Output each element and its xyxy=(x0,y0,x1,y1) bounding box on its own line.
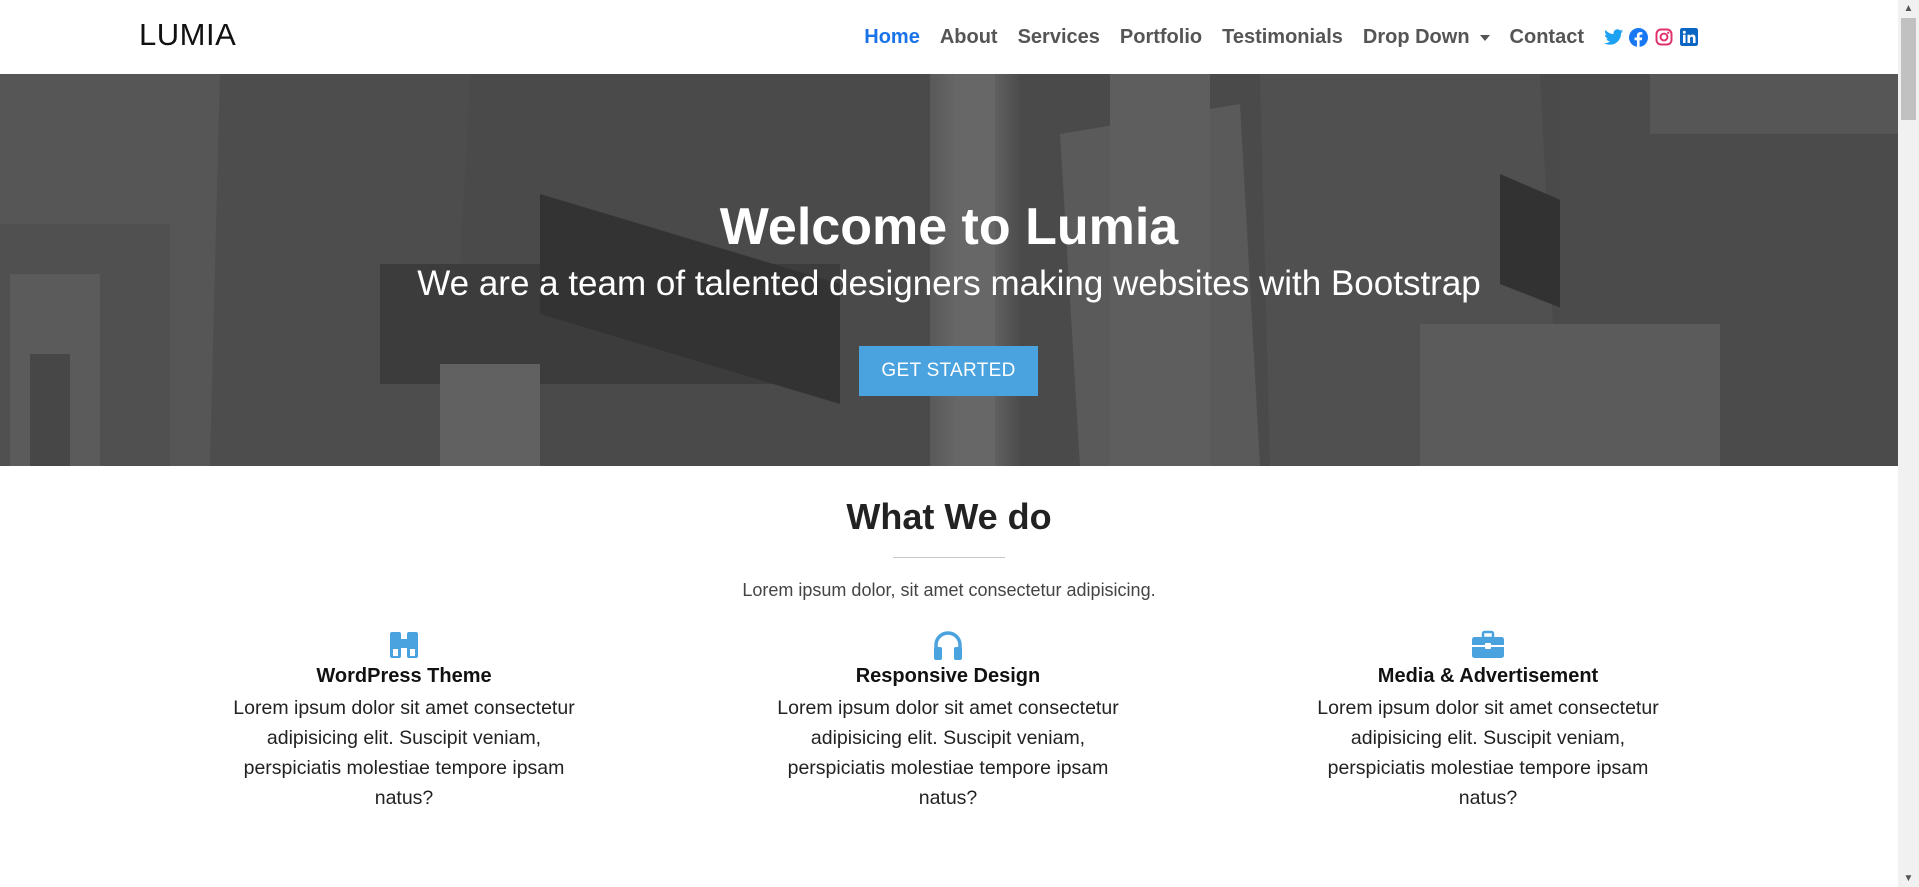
twitter-icon[interactable] xyxy=(1604,28,1623,47)
feature-text: Lorem ipsum dolor sit amet consectetur a… xyxy=(777,697,1119,809)
brand-logo[interactable]: LUMIA xyxy=(139,17,236,53)
nav-item-services[interactable]: Services xyxy=(1018,26,1100,49)
section-description: Lorem ipsum dolor, sit amet consectetur … xyxy=(742,580,1156,600)
nav-item-dropdown-label: Drop Down xyxy=(1362,25,1470,48)
section-title: What We do xyxy=(846,496,1052,537)
navbar: LUMIA Home About Services Portfolio Test… xyxy=(0,0,1898,74)
headphones-icon xyxy=(758,628,1138,662)
hero-title: Welcome to Lumia xyxy=(719,198,1179,256)
scroll-down-arrow-icon[interactable]: ▼ xyxy=(1898,870,1919,887)
feature-card: WordPress Theme Lorem ipsum dolor sit am… xyxy=(214,628,594,813)
social-links xyxy=(1604,27,1698,47)
linkedin-icon[interactable] xyxy=(1679,28,1698,47)
scroll-up-arrow-icon[interactable]: ▲ xyxy=(1898,0,1919,17)
hero-section: Welcome to Lumia We are a team of talent… xyxy=(0,74,1898,466)
hero-subtitle: We are a team of talented designers maki… xyxy=(417,264,1481,303)
nav-item-dropdown[interactable]: Drop Down xyxy=(1363,26,1490,49)
nav-item-testimonials[interactable]: Testimonials xyxy=(1222,26,1343,49)
feature-card: Media & Advertisement Lorem ipsum dolor … xyxy=(1298,628,1678,813)
caret-down-icon xyxy=(1479,35,1490,41)
nav-item-contact[interactable]: Contact xyxy=(1510,26,1584,49)
get-started-button[interactable]: GET STARTED xyxy=(859,346,1038,396)
instagram-icon[interactable] xyxy=(1654,28,1673,47)
feature-title: Media & Advertisement xyxy=(1377,665,1599,687)
nav-item-portfolio[interactable]: Portfolio xyxy=(1120,26,1202,49)
section-divider xyxy=(893,557,1005,558)
scroll-thumb[interactable] xyxy=(1901,18,1916,120)
facebook-icon[interactable] xyxy=(1629,27,1648,47)
nav-item-home[interactable]: Home xyxy=(864,26,920,49)
feature-text: Lorem ipsum dolor sit amet consectetur a… xyxy=(233,697,575,809)
briefcase-icon xyxy=(1298,628,1678,662)
feature-title: Responsive Design xyxy=(855,665,1041,687)
feature-card: Responsive Design Lorem ipsum dolor sit … xyxy=(758,628,1138,813)
feature-text: Lorem ipsum dolor sit amet consectetur a… xyxy=(1317,697,1659,809)
page-scrollbar[interactable]: ▲ ▼ xyxy=(1898,0,1919,887)
binoculars-icon xyxy=(214,628,594,662)
main-nav: Home About Services Portfolio Testimonia… xyxy=(844,0,1698,74)
nav-item-about[interactable]: About xyxy=(940,26,998,49)
feature-title: WordPress Theme xyxy=(316,665,492,687)
